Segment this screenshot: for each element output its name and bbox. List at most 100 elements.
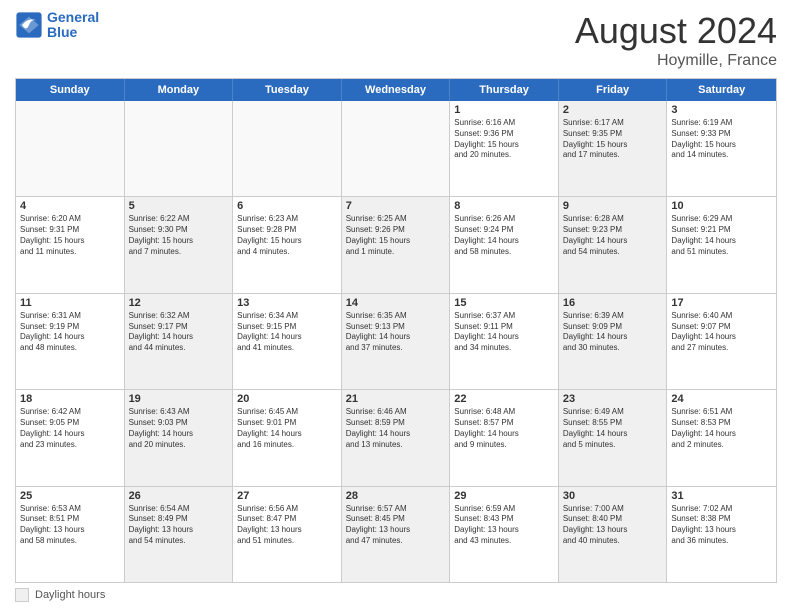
logo-line1: General (47, 9, 99, 25)
cell-info-line: and 7 minutes. (129, 247, 229, 258)
cell-info-line: Daylight: 15 hours (129, 236, 229, 247)
logo: General Blue (15, 10, 99, 41)
cell-info-line: and 58 minutes. (20, 536, 120, 547)
day-number: 18 (20, 393, 120, 405)
day-cell-15: 15Sunrise: 6:37 AMSunset: 9:11 PMDayligh… (450, 294, 559, 389)
cell-info-line: and 1 minute. (346, 247, 446, 258)
day-number: 10 (671, 200, 772, 212)
cell-info-line: Daylight: 14 hours (671, 332, 772, 343)
cell-info-line: Sunrise: 6:51 AM (671, 407, 772, 418)
cell-info-line: Sunrise: 6:48 AM (454, 407, 554, 418)
day-cell-18: 18Sunrise: 6:42 AMSunset: 9:05 PMDayligh… (16, 390, 125, 485)
daylight-indicator (15, 588, 29, 602)
day-number: 26 (129, 490, 229, 502)
weekday-header-saturday: Saturday (667, 79, 776, 101)
logo-text: General Blue (47, 10, 99, 41)
cell-info-line: and 40 minutes. (563, 536, 663, 547)
cell-info-line: Sunset: 8:59 PM (346, 418, 446, 429)
empty-cell (16, 101, 125, 196)
cell-info-line: and 20 minutes. (129, 440, 229, 451)
cell-info-line: and 34 minutes. (454, 343, 554, 354)
cell-info-line: Daylight: 14 hours (563, 332, 663, 343)
day-cell-12: 12Sunrise: 6:32 AMSunset: 9:17 PMDayligh… (125, 294, 234, 389)
cell-info-line: Sunrise: 6:43 AM (129, 407, 229, 418)
logo-icon (15, 11, 43, 39)
cell-info-line: and 51 minutes. (671, 247, 772, 258)
day-cell-31: 31Sunrise: 7:02 AMSunset: 8:38 PMDayligh… (667, 487, 776, 582)
cell-info-line: and 9 minutes. (454, 440, 554, 451)
cell-info-line: Sunset: 9:28 PM (237, 225, 337, 236)
calendar-row-1: 4Sunrise: 6:20 AMSunset: 9:31 PMDaylight… (16, 197, 776, 293)
day-cell-23: 23Sunrise: 6:49 AMSunset: 8:55 PMDayligh… (559, 390, 668, 485)
day-cell-29: 29Sunrise: 6:59 AMSunset: 8:43 PMDayligh… (450, 487, 559, 582)
cell-info-line: and 17 minutes. (563, 150, 663, 161)
cell-info-line: and 11 minutes. (20, 247, 120, 258)
cell-info-line: Sunrise: 7:02 AM (671, 504, 772, 515)
day-number: 20 (237, 393, 337, 405)
cell-info-line: Daylight: 14 hours (563, 236, 663, 247)
day-number: 25 (20, 490, 120, 502)
cell-info-line: Sunset: 8:43 PM (454, 514, 554, 525)
cell-info-line: Daylight: 15 hours (20, 236, 120, 247)
day-cell-24: 24Sunrise: 6:51 AMSunset: 8:53 PMDayligh… (667, 390, 776, 485)
cell-info-line: Sunset: 9:33 PM (671, 129, 772, 140)
cell-info-line: Daylight: 14 hours (20, 332, 120, 343)
month-title: August 2024 (575, 10, 777, 52)
cell-info-line: Sunset: 9:26 PM (346, 225, 446, 236)
day-cell-28: 28Sunrise: 6:57 AMSunset: 8:45 PMDayligh… (342, 487, 451, 582)
day-number: 13 (237, 297, 337, 309)
empty-cell (233, 101, 342, 196)
day-number: 29 (454, 490, 554, 502)
cell-info-line: Daylight: 14 hours (454, 332, 554, 343)
calendar-row-4: 25Sunrise: 6:53 AMSunset: 8:51 PMDayligh… (16, 487, 776, 582)
day-number: 7 (346, 200, 446, 212)
cell-info-line: Daylight: 14 hours (237, 332, 337, 343)
empty-cell (342, 101, 451, 196)
cell-info-line: Daylight: 13 hours (671, 525, 772, 536)
cell-info-line: Sunset: 8:49 PM (129, 514, 229, 525)
day-cell-9: 9Sunrise: 6:28 AMSunset: 9:23 PMDaylight… (559, 197, 668, 292)
day-cell-22: 22Sunrise: 6:48 AMSunset: 8:57 PMDayligh… (450, 390, 559, 485)
day-number: 24 (671, 393, 772, 405)
cell-info-line: Sunset: 8:40 PM (563, 514, 663, 525)
weekday-header-sunday: Sunday (16, 79, 125, 101)
day-number: 31 (671, 490, 772, 502)
title-block: August 2024 Hoymille, France (575, 10, 777, 70)
cell-info-line: Sunrise: 6:26 AM (454, 214, 554, 225)
day-number: 5 (129, 200, 229, 212)
cell-info-line: Sunset: 9:23 PM (563, 225, 663, 236)
day-cell-2: 2Sunrise: 6:17 AMSunset: 9:35 PMDaylight… (559, 101, 668, 196)
cell-info-line: and 54 minutes. (129, 536, 229, 547)
day-cell-25: 25Sunrise: 6:53 AMSunset: 8:51 PMDayligh… (16, 487, 125, 582)
day-number: 15 (454, 297, 554, 309)
cell-info-line: Daylight: 15 hours (346, 236, 446, 247)
cell-info-line: Sunrise: 6:35 AM (346, 311, 446, 322)
day-cell-5: 5Sunrise: 6:22 AMSunset: 9:30 PMDaylight… (125, 197, 234, 292)
day-cell-1: 1Sunrise: 6:16 AMSunset: 9:36 PMDaylight… (450, 101, 559, 196)
cell-info-line: Daylight: 15 hours (671, 140, 772, 151)
weekday-header-monday: Monday (125, 79, 234, 101)
cell-info-line: and 51 minutes. (237, 536, 337, 547)
cell-info-line: and 27 minutes. (671, 343, 772, 354)
calendar-row-3: 18Sunrise: 6:42 AMSunset: 9:05 PMDayligh… (16, 390, 776, 486)
cell-info-line: and 48 minutes. (20, 343, 120, 354)
cell-info-line: Daylight: 14 hours (454, 236, 554, 247)
cell-info-line: Daylight: 13 hours (20, 525, 120, 536)
cell-info-line: Daylight: 14 hours (20, 429, 120, 440)
day-cell-7: 7Sunrise: 6:25 AMSunset: 9:26 PMDaylight… (342, 197, 451, 292)
cell-info-line: Sunrise: 6:40 AM (671, 311, 772, 322)
cell-info-line: and 54 minutes. (563, 247, 663, 258)
cell-info-line: Sunset: 9:36 PM (454, 129, 554, 140)
day-cell-13: 13Sunrise: 6:34 AMSunset: 9:15 PMDayligh… (233, 294, 342, 389)
cell-info-line: Sunrise: 6:28 AM (563, 214, 663, 225)
day-number: 27 (237, 490, 337, 502)
day-cell-20: 20Sunrise: 6:45 AMSunset: 9:01 PMDayligh… (233, 390, 342, 485)
cell-info-line: Sunrise: 6:53 AM (20, 504, 120, 515)
cell-info-line: Sunset: 9:31 PM (20, 225, 120, 236)
cell-info-line: Daylight: 15 hours (237, 236, 337, 247)
calendar-row-2: 11Sunrise: 6:31 AMSunset: 9:19 PMDayligh… (16, 294, 776, 390)
cell-info-line: and 20 minutes. (454, 150, 554, 161)
cell-info-line: and 44 minutes. (129, 343, 229, 354)
footer: Daylight hours (15, 588, 777, 602)
cell-info-line: and 41 minutes. (237, 343, 337, 354)
